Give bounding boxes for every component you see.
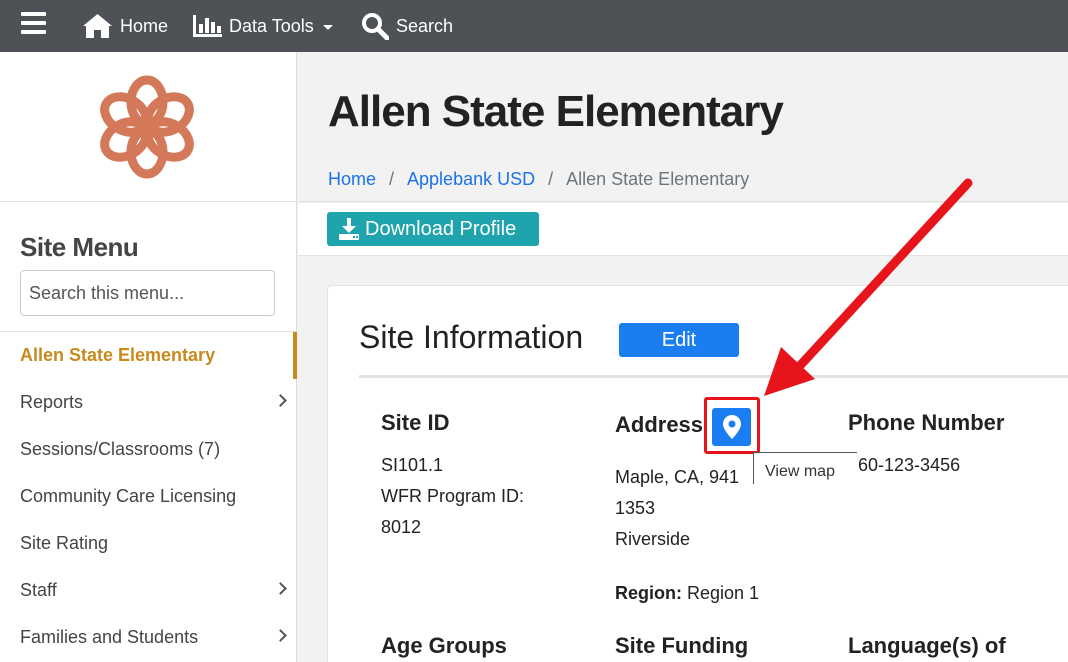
- breadcrumb: Home / Applebank USD / Allen State Eleme…: [328, 169, 749, 190]
- nav-search-label: Search: [396, 15, 454, 36]
- menu-item-label: Site Rating: [20, 533, 109, 553]
- breadcrumb-district-link[interactable]: Applebank USD: [407, 169, 535, 190]
- site-information-card: Site Information Edit Site ID SI101.1 WF…: [327, 285, 1068, 662]
- wfr-program-id-label: WFR Program ID:: [381, 486, 525, 506]
- phone-number-label: Phone Number: [848, 410, 1005, 435]
- home-icon: [83, 14, 112, 38]
- menu-item-allen-state-elementary[interactable]: Allen State Elementary: [0, 332, 297, 379]
- breadcrumb-current: Allen State Elementary: [566, 169, 750, 189]
- address-line-2: 1353: [615, 498, 656, 518]
- menu-item-label: Families and Students: [20, 627, 199, 647]
- menu-item-label: Staff: [20, 580, 57, 600]
- menu-item-reports[interactable]: Reports: [0, 379, 297, 426]
- address-line-3: Riverside: [615, 529, 691, 549]
- sidebar: Site Menu Allen State Elementary Reports…: [0, 52, 297, 662]
- top-navbar: Home Data Tools Search: [0, 0, 1068, 52]
- wfr-program-id-value: 8012: [381, 517, 422, 537]
- site-id-value: SI101.1 WFR Program ID: 8012: [381, 450, 524, 543]
- page-title: Allen State Elementary: [328, 87, 784, 136]
- action-bar: Download Profile: [298, 203, 1068, 256]
- download-profile-label: Download Profile: [365, 217, 517, 240]
- chevron-right-icon: [274, 582, 287, 595]
- site-menu-title: Site Menu: [20, 232, 139, 262]
- site-id-text: SI101.1: [381, 455, 444, 475]
- caret-down-icon: [322, 24, 333, 30]
- menu-item-label: Reports: [20, 392, 84, 412]
- age-groups-label: Age Groups: [381, 633, 507, 658]
- region-value: Region 1: [687, 583, 760, 603]
- phone-number-value: 760-123-3456: [848, 455, 961, 475]
- region-field: Region: Region 1: [615, 578, 759, 609]
- chevron-right-icon: [274, 394, 287, 407]
- view-map-tooltip: View map: [753, 452, 857, 484]
- site-information-title: Site Information: [359, 319, 584, 355]
- chevron-right-icon: [274, 629, 287, 642]
- breadcrumb-home-link[interactable]: Home: [328, 169, 376, 190]
- menu-item-sessions-classrooms[interactable]: Sessions/Classrooms (7): [0, 426, 297, 473]
- menu-item-label: Sessions/Classrooms (7): [20, 439, 221, 459]
- region-label: Region:: [615, 583, 682, 603]
- download-icon: [339, 218, 359, 240]
- map-pin-icon: [722, 415, 741, 439]
- address-label: Address: [615, 412, 704, 437]
- nav-data-tools-dropdown[interactable]: Data Tools: [193, 9, 333, 43]
- menu-item-label: Allen State Elementary: [20, 345, 216, 365]
- languages-label: Language(s) of: [848, 633, 1006, 658]
- nav-home-link[interactable]: Home: [82, 9, 168, 43]
- menu-item-community-care-licensing[interactable]: Community Care Licensing: [0, 473, 297, 520]
- logo-area: [0, 52, 297, 202]
- search-icon: [362, 13, 389, 40]
- menu-item-families-and-students[interactable]: Families and Students: [0, 614, 297, 661]
- hamburger-icon[interactable]: [21, 12, 46, 34]
- site-funding-label: Site Funding: [615, 633, 749, 658]
- card-divider: [359, 375, 1068, 378]
- menu-search-input[interactable]: [20, 270, 275, 316]
- address-line-1: Maple, CA, 941: [615, 467, 740, 487]
- address-value: Maple, CA, 941 1353 Riverside: [615, 462, 739, 555]
- edit-button[interactable]: Edit: [619, 323, 739, 357]
- menu-item-staff[interactable]: Staff: [0, 567, 297, 614]
- site-menu-list: Allen State Elementary Reports Sessions/…: [0, 332, 297, 661]
- nav-search-link[interactable]: Search: [361, 9, 453, 43]
- site-id-label: Site ID: [381, 410, 450, 435]
- download-profile-button[interactable]: Download Profile: [327, 212, 539, 246]
- nav-home-label: Home: [120, 15, 169, 36]
- breadcrumb-separator: /: [548, 169, 554, 189]
- breadcrumb-separator: /: [389, 169, 395, 189]
- view-map-button[interactable]: [712, 408, 751, 446]
- flower-logo[interactable]: [97, 74, 197, 180]
- page-header: Allen State Elementary Home / Applebank …: [298, 52, 1068, 202]
- nav-data-tools-label: Data Tools: [229, 15, 314, 36]
- menu-item-label: Community Care Licensing: [20, 486, 237, 506]
- bar-chart-icon: [193, 15, 222, 37]
- menu-item-site-rating[interactable]: Site Rating: [0, 520, 297, 567]
